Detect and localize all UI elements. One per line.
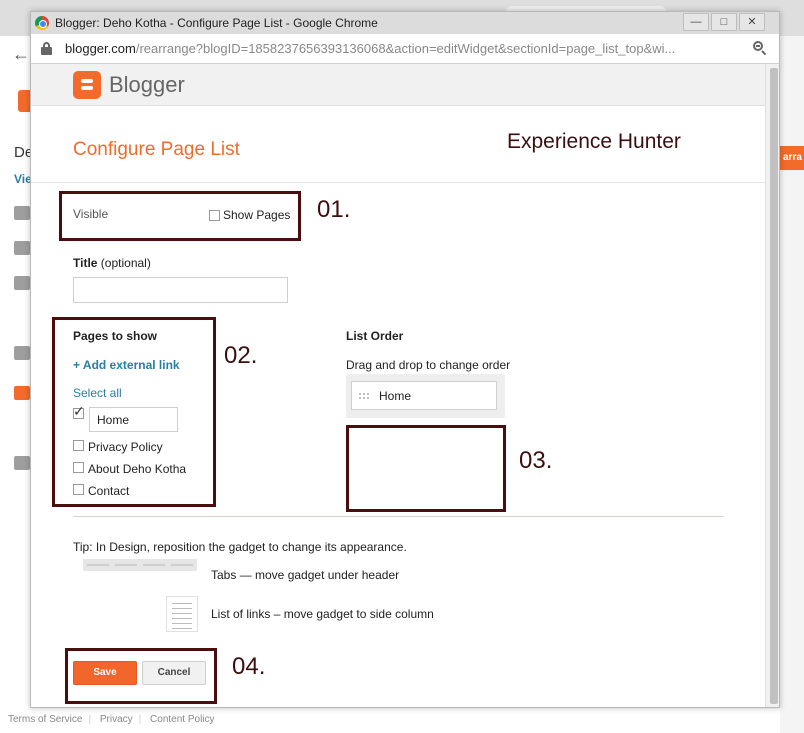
- address-bar[interactable]: blogger.com/rearrange?blogID=18582376563…: [31, 34, 779, 64]
- annotation-number-04: 04.: [232, 653, 266, 680]
- window-titlebar: Blogger: Deho Kotha - Configure Page Lis…: [31, 12, 779, 34]
- popup-window: Blogger: Deho Kotha - Configure Page Lis…: [30, 11, 780, 708]
- background-arrange-button[interactable]: arra: [780, 146, 804, 170]
- select-all-link[interactable]: Select all: [73, 386, 122, 400]
- blogger-logo-icon: [73, 71, 101, 99]
- watermark-text: Experience Hunter: [507, 130, 681, 153]
- blogger-brand: Blogger: [109, 72, 185, 97]
- background-footer: Terms of Service | Privacy | Content Polic…: [8, 714, 221, 725]
- add-external-link[interactable]: + Add external link: [73, 358, 180, 372]
- footer-separator: |: [88, 714, 92, 725]
- page-checkbox-privacy-policy[interactable]: [73, 440, 84, 451]
- privacy-link[interactable]: Privacy: [100, 714, 133, 725]
- scrollbar[interactable]: [765, 64, 779, 707]
- window-title: Blogger: Deho Kotha - Configure Page Lis…: [55, 16, 378, 30]
- tabs-preview-icon: [83, 559, 197, 571]
- drag-handle-icon[interactable]: [358, 392, 370, 400]
- url-path: /rearrange?blogID=1858237656393136068&ac…: [135, 41, 676, 56]
- cancel-button[interactable]: Cancel: [142, 661, 206, 685]
- tabs-tip-text: Tabs — move gadget under header: [211, 568, 400, 582]
- annotation-number-02: 02.: [224, 342, 258, 369]
- list-order-item-label: Home: [379, 389, 412, 403]
- page-item-home[interactable]: Home: [89, 407, 178, 432]
- divider: [31, 182, 765, 183]
- url-text[interactable]: blogger.com/rearrange?blogID=18582376563…: [65, 41, 745, 56]
- list-order-heading: List Order: [346, 329, 404, 343]
- stats-icon[interactable]: [14, 241, 30, 255]
- scrollbar-thumb[interactable]: [770, 68, 778, 704]
- pages-to-show-heading: Pages to show: [73, 329, 158, 343]
- zoom-icon[interactable]: [753, 41, 767, 56]
- links-tip-text: List of links – move gadget to side colu…: [211, 607, 434, 621]
- page-item-about[interactable]: About Deho Kotha: [88, 462, 186, 476]
- page-item-contact[interactable]: Contact: [88, 484, 129, 498]
- page-content: Blogger Configure Page List Experience H…: [31, 64, 765, 707]
- close-button[interactable]: ✕: [739, 13, 765, 31]
- tip-divider: [73, 516, 724, 517]
- background-right-panel: [780, 36, 804, 733]
- checkmark-icon: ✓: [73, 403, 85, 419]
- page-checkbox-contact[interactable]: [73, 484, 84, 495]
- chrome-icon: [35, 16, 49, 30]
- title-optional-text: (optional): [100, 256, 151, 270]
- background-sidebar: [0, 36, 30, 733]
- content-policy-link[interactable]: Content Policy: [150, 714, 214, 725]
- show-pages-label[interactable]: Show Pages: [223, 208, 290, 222]
- settings-icon[interactable]: [14, 456, 30, 470]
- back-arrow-icon[interactable]: ←: [12, 44, 30, 65]
- page-title: Configure Page List: [73, 139, 240, 160]
- list-order-hint: Drag and drop to change order: [346, 358, 511, 372]
- title-label-text: Title: [73, 256, 98, 270]
- footer-separator: |: [138, 714, 142, 725]
- maximize-button[interactable]: □: [711, 13, 737, 31]
- list-order-item-home[interactable]: [351, 381, 497, 410]
- show-pages-checkbox[interactable]: [209, 210, 220, 221]
- lock-icon: [41, 42, 52, 55]
- list-of-links-preview-icon: [166, 596, 198, 632]
- title-input[interactable]: [73, 277, 288, 303]
- annotation-number-03: 03.: [519, 447, 553, 474]
- pages-icon[interactable]: [14, 346, 30, 360]
- terms-link[interactable]: Terms of Service: [8, 714, 82, 725]
- annotation-number-01: 01.: [317, 196, 351, 223]
- visible-label: Visible: [73, 207, 109, 221]
- save-button[interactable]: Save: [73, 661, 137, 685]
- title-label: Title (optional): [73, 256, 151, 270]
- page-item-privacy-policy[interactable]: Privacy Policy: [88, 440, 163, 454]
- annotation-box-03: [346, 425, 506, 512]
- posts-icon[interactable]: [14, 206, 30, 220]
- page-checkbox-about[interactable]: [73, 462, 84, 473]
- layout-icon[interactable]: [14, 386, 30, 400]
- tip-text: Tip: In Design, reposition the gadget to…: [73, 540, 407, 554]
- minimize-button[interactable]: —: [683, 13, 709, 31]
- url-host: blogger.com: [65, 41, 136, 56]
- blogger-header: Blogger: [31, 64, 765, 106]
- comments-icon[interactable]: [14, 276, 30, 290]
